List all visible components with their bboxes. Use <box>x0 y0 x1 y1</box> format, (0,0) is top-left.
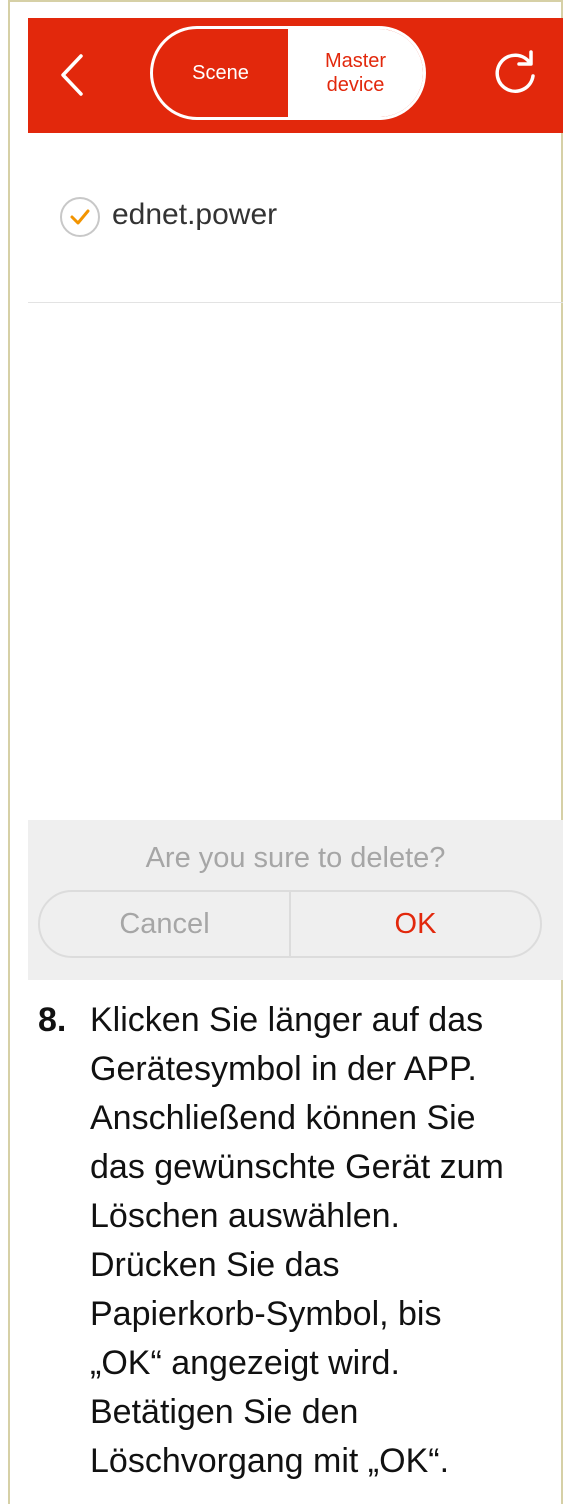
back-button[interactable] <box>52 45 92 105</box>
app-header: Scene Master device <box>28 18 563 133</box>
step-number: 8. <box>38 1001 67 1039</box>
refresh-icon <box>495 50 535 93</box>
chevron-left-icon <box>61 54 83 96</box>
frame-border-left <box>8 0 10 1504</box>
segmented-control: Scene Master device <box>150 26 426 120</box>
instruction-text: Klicken Sie länger auf das Gerätesymbol … <box>90 1001 504 1480</box>
confirm-button-group: Cancel OK <box>38 890 542 958</box>
instruction-block: 8. Klicken Sie länger auf das Gerätesymb… <box>38 996 558 1486</box>
device-checkbox[interactable] <box>60 197 100 237</box>
device-list-item[interactable]: ednet.power <box>28 133 563 303</box>
page: Scene Master device ednet.power Are you … <box>0 0 563 1504</box>
refresh-button[interactable] <box>485 44 545 104</box>
ok-button[interactable]: OK <box>291 892 540 956</box>
confirm-message: Are you sure to delete? <box>145 842 446 874</box>
checkmark-icon <box>70 209 90 225</box>
tab-master-device[interactable]: Master device <box>288 29 423 117</box>
tab-scene[interactable]: Scene <box>153 29 288 117</box>
device-name: ednet.power <box>112 198 278 231</box>
frame-border-top <box>8 0 563 2</box>
cancel-button[interactable]: Cancel <box>40 892 291 956</box>
delete-confirm-dialog: Are you sure to delete? Cancel OK <box>28 820 563 980</box>
